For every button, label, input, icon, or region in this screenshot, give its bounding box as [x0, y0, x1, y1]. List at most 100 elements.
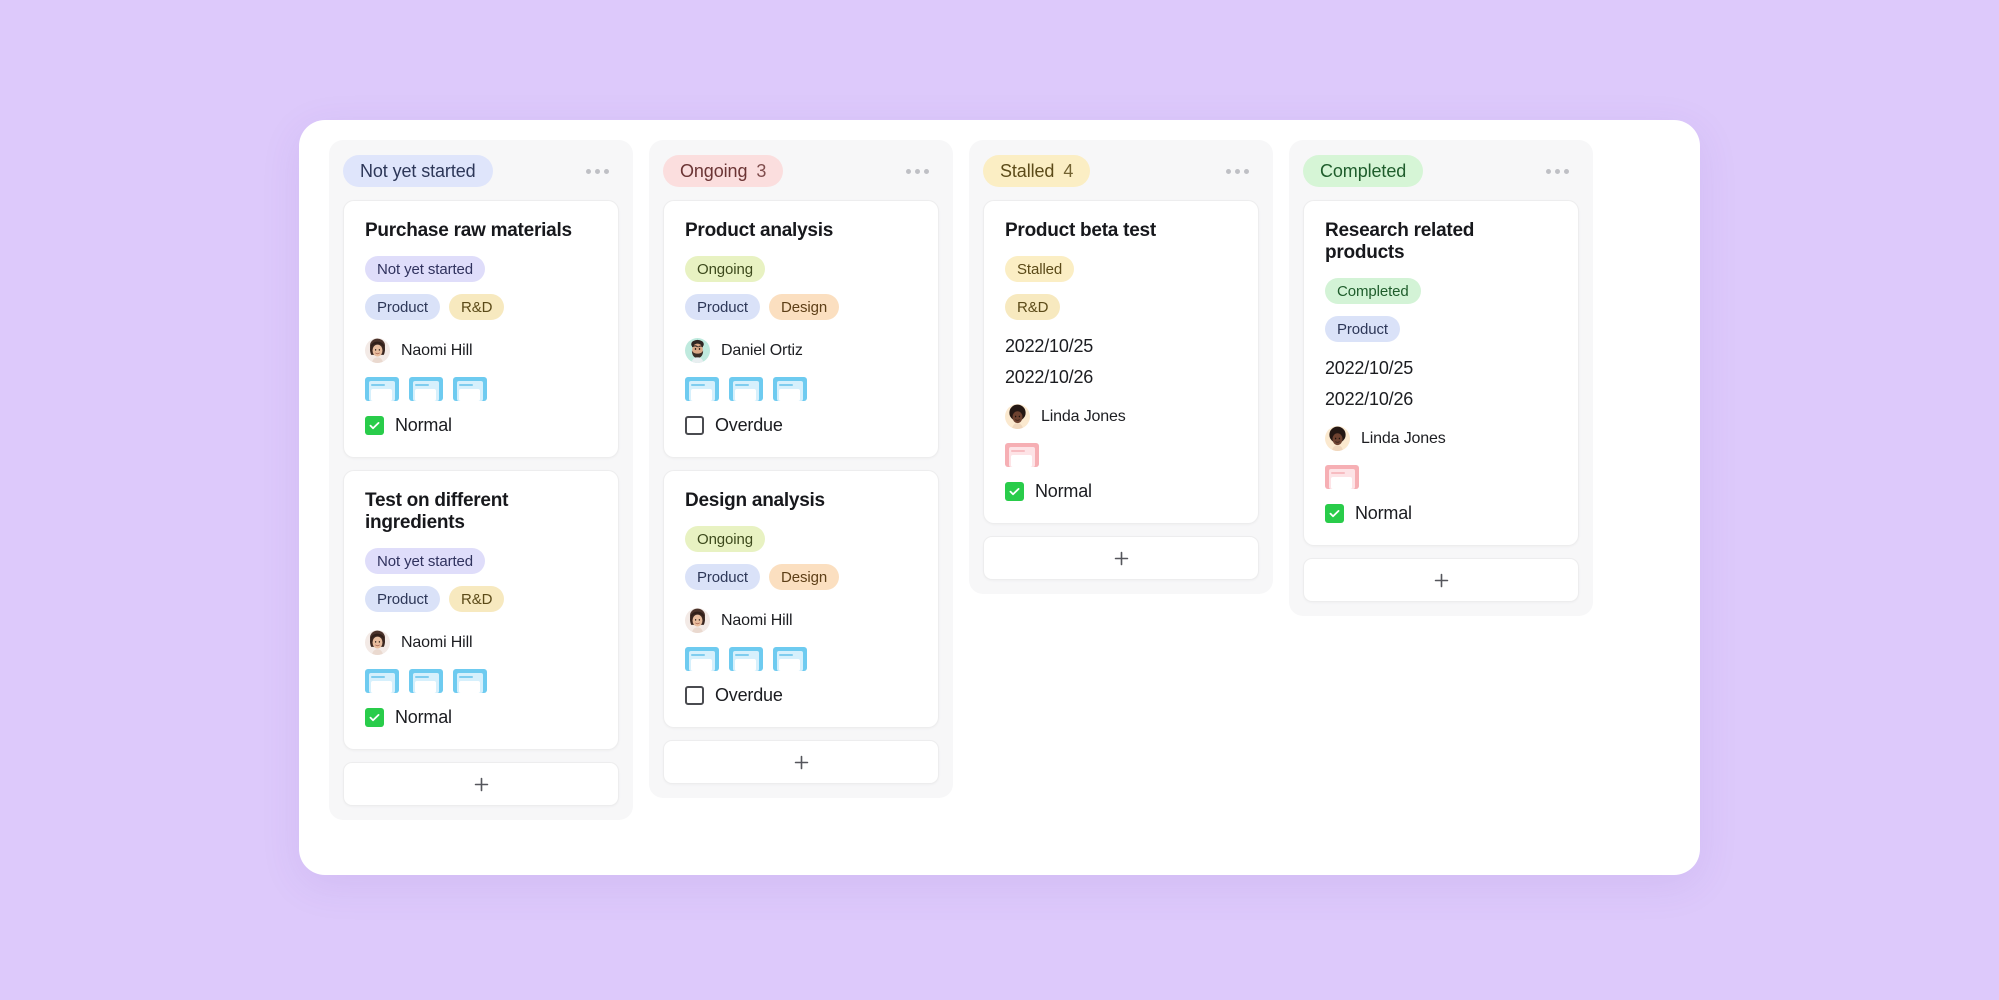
status-tag-row: Completed — [1325, 278, 1557, 304]
assignee[interactable]: Linda Jones — [1005, 404, 1237, 429]
checkbox-empty-icon[interactable] — [685, 416, 704, 435]
priority-checkbox-row[interactable]: Overdue — [685, 685, 917, 706]
attachment-row — [685, 377, 917, 401]
category-tag[interactable]: R&D — [1005, 294, 1061, 320]
attachment-thumbnail[interactable] — [729, 647, 763, 671]
column-title: Ongoing — [680, 160, 748, 181]
add-card-button[interactable] — [343, 762, 619, 806]
category-tag-row: Product Design — [685, 294, 917, 320]
status-tag[interactable]: Stalled — [1005, 256, 1075, 282]
kanban-column-not-yet-started: Not yet started Purchase raw materials Not… — [329, 140, 633, 820]
attachment-row — [1325, 465, 1557, 489]
assignee-name: Daniel Ortiz — [721, 341, 803, 359]
attachment-thumbnail[interactable] — [1325, 465, 1359, 489]
checkbox-checked-icon[interactable] — [365, 708, 384, 727]
attachment-thumbnail[interactable] — [365, 377, 399, 401]
status-tag[interactable]: Not yet started — [365, 256, 486, 282]
category-tag[interactable]: Design — [769, 294, 840, 320]
attachment-row — [365, 377, 597, 401]
attachment-thumbnail[interactable] — [409, 669, 443, 693]
assignee-name: Naomi Hill — [401, 341, 473, 359]
attachment-thumbnail[interactable] — [685, 377, 719, 401]
category-tag[interactable]: Product — [365, 586, 440, 612]
status-tag[interactable]: Completed — [1325, 278, 1421, 304]
task-card[interactable]: Product analysis Ongoing Product Design Dani… — [663, 200, 939, 458]
avatar — [365, 630, 390, 655]
checkbox-checked-icon[interactable] — [365, 416, 384, 435]
attachment-thumbnail[interactable] — [1005, 443, 1039, 467]
priority-checkbox-row[interactable]: Normal — [1005, 481, 1237, 502]
attachment-row — [685, 647, 917, 671]
task-card-title: Product beta test — [1005, 220, 1156, 241]
attachment-thumbnail[interactable] — [685, 647, 719, 671]
task-date: 2022/10/26 — [1325, 389, 1414, 409]
column-card-count: 3 — [756, 160, 767, 181]
attachment-thumbnail[interactable] — [773, 647, 807, 671]
more-horizontal-icon[interactable] — [1222, 161, 1253, 182]
assignee-name: Naomi Hill — [401, 633, 473, 651]
avatar — [685, 608, 710, 633]
checkbox-empty-icon[interactable] — [685, 686, 704, 705]
category-tag[interactable]: Product — [685, 564, 760, 590]
category-tag[interactable]: Design — [769, 564, 840, 590]
attachment-thumbnail[interactable] — [453, 669, 487, 693]
category-tag[interactable]: Product — [365, 294, 440, 320]
priority-checkbox-row[interactable]: Overdue — [685, 415, 917, 436]
category-tag-row: Product R&D — [365, 294, 597, 320]
column-status-chip[interactable]: Ongoing 3 — [663, 155, 784, 187]
assignee[interactable]: Naomi Hill — [685, 608, 917, 633]
attachment-thumbnail[interactable] — [365, 669, 399, 693]
task-card[interactable]: Product beta test Stalled R&D 2022/10/25 202… — [983, 200, 1259, 524]
assignee[interactable]: Naomi Hill — [365, 338, 597, 363]
column-status-chip[interactable]: Not yet started — [343, 155, 493, 187]
status-tag-row: Not yet started — [365, 548, 597, 574]
task-date: 2022/10/25 — [1005, 336, 1094, 356]
kanban-column-stalled: Stalled 4 Product beta test Stalled R&D 2022/… — [969, 140, 1273, 594]
kanban-column-ongoing: Ongoing 3 Product analysis Ongoing Product De… — [649, 140, 953, 798]
column-title: Not yet started — [360, 160, 476, 181]
more-horizontal-icon[interactable] — [582, 161, 613, 182]
more-horizontal-icon[interactable] — [902, 161, 933, 182]
add-card-button[interactable] — [1303, 558, 1579, 602]
assignee[interactable]: Daniel Ortiz — [685, 338, 917, 363]
task-card-title: Test on different ingredients — [365, 490, 509, 533]
assignee[interactable]: Naomi Hill — [365, 630, 597, 655]
kanban-columns: Not yet started Purchase raw materials Not… — [299, 120, 1700, 875]
attachment-thumbnail[interactable] — [773, 377, 807, 401]
add-card-button[interactable] — [983, 536, 1259, 580]
assignee-name: Linda Jones — [1041, 407, 1126, 425]
category-tag[interactable]: R&D — [449, 586, 505, 612]
column-header: Completed — [1303, 154, 1579, 188]
priority-label: Overdue — [715, 415, 783, 435]
status-tag[interactable]: Not yet started — [365, 548, 486, 574]
category-tag[interactable]: Product — [685, 294, 760, 320]
task-card[interactable]: Purchase raw materials Not yet started Pro… — [343, 200, 619, 458]
checkbox-checked-icon[interactable] — [1005, 482, 1024, 501]
column-status-chip[interactable]: Completed — [1303, 155, 1424, 187]
attachment-row — [1005, 443, 1237, 467]
task-card[interactable]: Design analysis Ongoing Product Design Naomi… — [663, 470, 939, 728]
plus-icon — [1114, 551, 1128, 565]
more-horizontal-icon[interactable] — [1542, 161, 1573, 182]
column-status-chip[interactable]: Stalled 4 — [983, 155, 1091, 187]
task-card[interactable]: Test on different ingredients Not yet sta… — [343, 470, 619, 750]
status-tag[interactable]: Ongoing — [685, 256, 766, 282]
attachment-thumbnail[interactable] — [409, 377, 443, 401]
priority-label: Normal — [395, 415, 452, 435]
category-tag[interactable]: Product — [1325, 316, 1400, 342]
priority-label: Overdue — [715, 685, 783, 705]
status-tag[interactable]: Ongoing — [685, 526, 766, 552]
assignee[interactable]: Linda Jones — [1325, 426, 1557, 451]
priority-checkbox-row[interactable]: Normal — [365, 415, 597, 436]
avatar — [365, 338, 390, 363]
attachment-thumbnail[interactable] — [729, 377, 763, 401]
add-card-button[interactable] — [663, 740, 939, 784]
category-tag[interactable]: R&D — [449, 294, 505, 320]
priority-checkbox-row[interactable]: Normal — [1325, 503, 1557, 524]
status-tag-row: Stalled — [1005, 256, 1237, 282]
attachment-thumbnail[interactable] — [453, 377, 487, 401]
priority-checkbox-row[interactable]: Normal — [365, 707, 597, 728]
checkbox-checked-icon[interactable] — [1325, 504, 1344, 523]
task-card-title: Product analysis — [685, 220, 834, 241]
task-card[interactable]: Research related products Completed Produc… — [1303, 200, 1579, 546]
